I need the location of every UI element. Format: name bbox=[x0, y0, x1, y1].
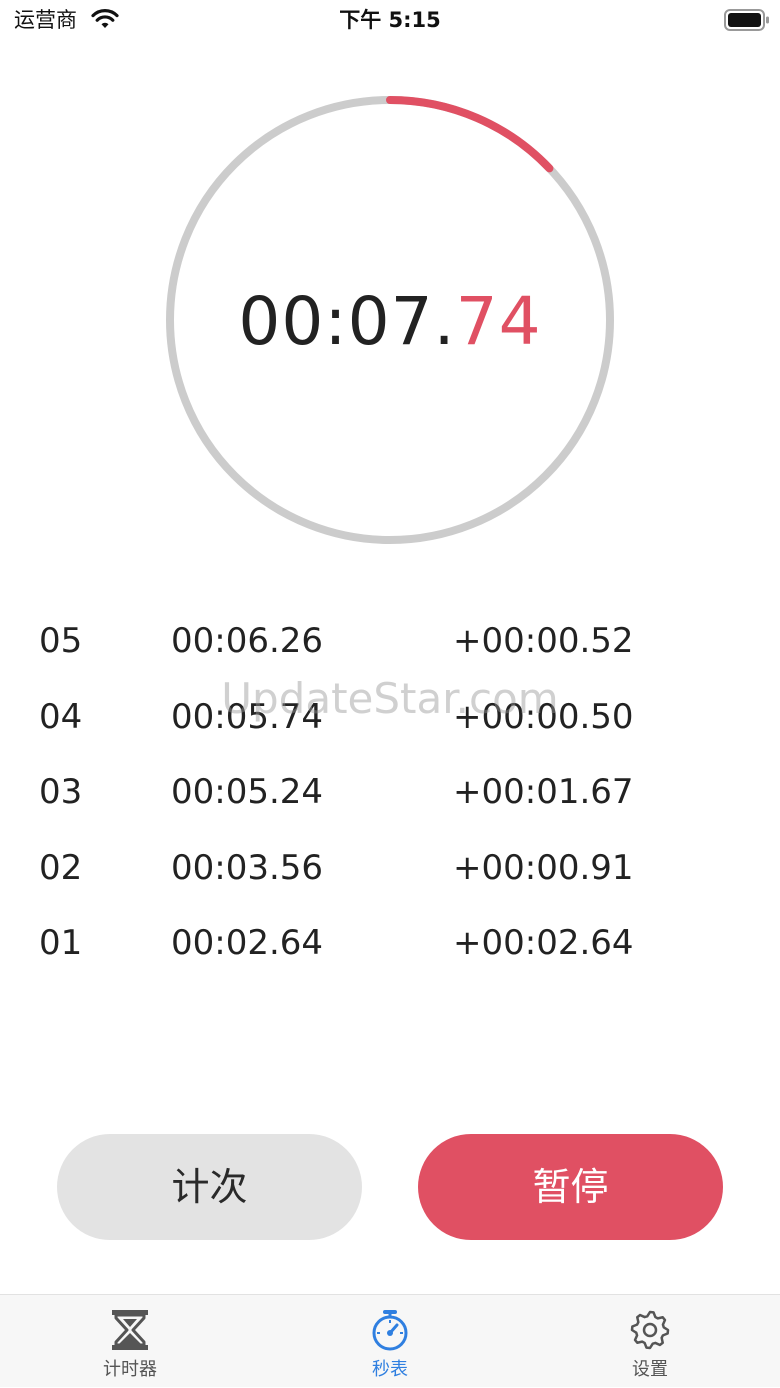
lap-row: 05 00:06.26 +00:00.52 bbox=[0, 604, 780, 680]
elapsed-time: 00:07.74 bbox=[0, 286, 780, 358]
lap-total-time: 00:03.56 bbox=[171, 847, 324, 888]
tab-label: 计时器 bbox=[103, 1359, 157, 1380]
lap-split-time: +00:01.67 bbox=[453, 772, 634, 812]
stopwatch-icon bbox=[370, 1309, 410, 1351]
lap-row: 04 00:05.74 +00:00.50 bbox=[0, 680, 780, 756]
status-time: 下午 5:15 bbox=[339, 8, 441, 32]
tab-timer[interactable]: 计时器 bbox=[50, 1295, 210, 1388]
lap-split-time: +00:00.50 bbox=[453, 696, 634, 737]
tab-bar: 计时器 秒表 设置 bbox=[0, 1294, 780, 1387]
tab-label: 设置 bbox=[632, 1359, 668, 1380]
lap-split-time: +00:02.64 bbox=[453, 923, 634, 963]
lap-number: 05 bbox=[39, 621, 83, 661]
tab-settings[interactable]: 设置 bbox=[570, 1295, 730, 1388]
lap-row: 02 00:03.56 +00:00.91 bbox=[0, 831, 780, 907]
elapsed-time-main: 00:07. bbox=[238, 283, 456, 360]
lap-split-time: +00:00.91 bbox=[453, 847, 634, 888]
lap-total-time: 00:05.24 bbox=[171, 772, 324, 812]
lap-button[interactable]: 计次 bbox=[57, 1134, 362, 1240]
lap-number: 01 bbox=[39, 923, 83, 963]
tab-stopwatch[interactable]: 秒表 bbox=[310, 1295, 470, 1388]
lap-number: 02 bbox=[39, 847, 83, 888]
lap-number: 03 bbox=[39, 772, 83, 812]
hourglass-icon bbox=[110, 1309, 150, 1351]
battery-icon bbox=[724, 9, 770, 31]
lap-number: 04 bbox=[39, 696, 83, 737]
lap-list: 05 00:06.26 +00:00.52 04 00:05.74 +00:00… bbox=[0, 604, 780, 982]
gear-icon bbox=[630, 1309, 670, 1351]
tab-label: 秒表 bbox=[372, 1359, 408, 1380]
lap-split-time: +00:00.52 bbox=[453, 621, 634, 661]
lap-row: 01 00:02.64 +00:02.64 bbox=[0, 906, 780, 982]
lap-total-time: 00:06.26 bbox=[171, 621, 324, 661]
lap-row: 03 00:05.24 +00:01.67 bbox=[0, 755, 780, 831]
dial-progress-arc bbox=[386, 96, 554, 173]
status-bar: 运营商 下午 5:15 bbox=[0, 0, 780, 40]
pause-button[interactable]: 暂停 bbox=[418, 1134, 723, 1240]
lap-total-time: 00:02.64 bbox=[171, 923, 324, 963]
elapsed-time-centiseconds: 74 bbox=[455, 283, 542, 360]
lap-total-time: 00:05.74 bbox=[171, 696, 324, 737]
